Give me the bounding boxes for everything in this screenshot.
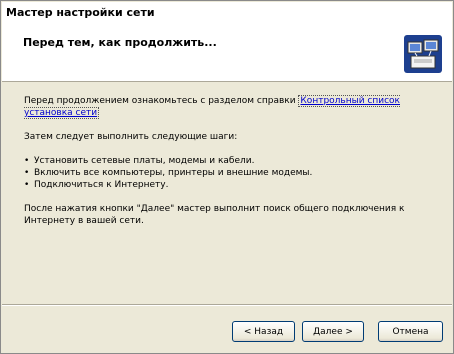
steps-intro: Затем следует выполнить следующие шаги: xyxy=(24,132,238,142)
next-button[interactable]: Далее > xyxy=(302,321,364,342)
list-item: Установить сетевые платы, модемы и кабел… xyxy=(24,155,424,167)
list-item: Подключиться к Интернету. xyxy=(24,179,424,191)
wizard-window: Мастер настройки сети Перед тем, как про… xyxy=(0,0,454,354)
back-button[interactable]: < Назад xyxy=(232,321,295,342)
title-bar[interactable]: Мастер настройки сети xyxy=(2,2,452,26)
network-computers-icon xyxy=(404,35,442,73)
page-title: Перед тем, как продолжить... xyxy=(23,36,217,49)
wizard-body: Перед продолжением ознакомьтесь с раздел… xyxy=(24,95,424,239)
cancel-button[interactable]: Отмена xyxy=(378,321,443,342)
wizard-header: Перед тем, как продолжить... xyxy=(2,26,452,82)
list-item: Включить все компьютеры, принтеры и внеш… xyxy=(24,167,424,179)
intro-text: Перед продолжением ознакомьтесь с раздел… xyxy=(24,96,299,106)
steps-list: Установить сетевые платы, модемы и кабел… xyxy=(24,155,424,191)
outro-paragraph: После нажатия кнопки "Далее" мастер выпо… xyxy=(24,204,405,226)
separator xyxy=(2,304,452,306)
window-title: Мастер настройки сети xyxy=(6,6,155,19)
intro-paragraph: Перед продолжением ознакомьтесь с раздел… xyxy=(24,95,424,119)
